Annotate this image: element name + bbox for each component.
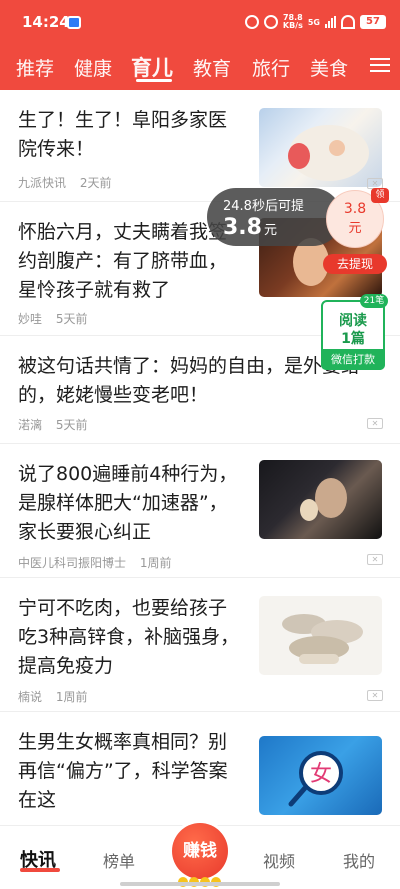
article-title: 怀胎六月，丈夫瞒着我签 约剖腹产：有了脐带血， 星怜孩子就有救了 bbox=[18, 221, 228, 301]
article-item[interactable]: 生了！生了！阜阳多家医 院传来！ 九派快讯 2天前 ✕ bbox=[0, 90, 400, 202]
withdraw-widget[interactable]: 3.8 元 领 去提现 bbox=[323, 188, 389, 276]
tab-food[interactable]: 美食 bbox=[310, 54, 348, 81]
nav-mine[interactable]: 我的 bbox=[343, 848, 375, 872]
network-speed-unit: KB/s bbox=[282, 21, 303, 30]
alarm-icon bbox=[244, 15, 259, 29]
payout-count-badge: 21笔 bbox=[360, 294, 388, 308]
article-meta: 妙哇 5天前 bbox=[18, 310, 97, 327]
reward-amount: 3.8 元 bbox=[223, 215, 277, 240]
home-indicator[interactable] bbox=[120, 882, 280, 886]
article-time: 2天前 bbox=[79, 176, 112, 190]
status-bar: 14:24 78.8 KB/s 5G 57 bbox=[0, 0, 400, 44]
article-thumbnail: 女 bbox=[259, 736, 382, 815]
category-tabs: 推荐 健康 育儿 教育 旅行 美食 bbox=[0, 48, 400, 88]
reward-countdown-pill[interactable]: 24.8秒后可提 3.8 元 bbox=[207, 188, 342, 246]
wechat-payout-button[interactable]: 微信打款 bbox=[321, 349, 385, 370]
signal-icon bbox=[325, 16, 336, 28]
mute-icon bbox=[263, 15, 278, 29]
article-title: 生了！生了！阜阳多家医 院传来！ bbox=[18, 109, 228, 160]
wifi-icon bbox=[341, 15, 355, 29]
article-item[interactable]: 生男生女概率真相同？别 再信“偏方”了，科学答案 在这 女 bbox=[0, 712, 400, 825]
article-thumbnail bbox=[259, 460, 382, 539]
nav-earn-button[interactable]: 赚钱 bbox=[172, 823, 228, 879]
battery-indicator: 57 bbox=[360, 15, 386, 29]
article-time: 5天前 bbox=[55, 418, 88, 432]
article-source: 渃漓 bbox=[18, 418, 43, 432]
article-title: 被这句话共情了：妈妈的自由，是外婆给 的，姥姥慢些变老吧！ bbox=[18, 355, 361, 406]
menu-icon[interactable] bbox=[370, 54, 390, 74]
top-header: 14:24 78.8 KB/s 5G 57 推荐 健康 育儿 教育 旅行 美食 bbox=[0, 0, 400, 90]
article-meta: 楠说 1周前 bbox=[18, 688, 97, 705]
tab-education[interactable]: 教育 bbox=[193, 54, 231, 81]
article-time: 1周前 bbox=[139, 556, 172, 570]
article-item[interactable]: 说了800遍睡前4种行为， 是腺样体肥大“加速器”， 家长要狠心纠正 中医儿科司… bbox=[0, 444, 400, 578]
status-time: 14:24 bbox=[22, 13, 70, 31]
tab-recommend[interactable]: 推荐 bbox=[16, 54, 54, 81]
tab-health[interactable]: 健康 bbox=[74, 54, 112, 81]
notification-app-icon bbox=[67, 16, 81, 29]
active-nav-indicator bbox=[20, 868, 60, 872]
status-icons: 78.8 KB/s 5G 57 bbox=[244, 14, 386, 30]
magnifier-text: 女 bbox=[310, 762, 332, 787]
article-source: 妙哇 bbox=[18, 312, 43, 326]
article-title: 生男生女概率真相同？别 再信“偏方”了，科学答案 在这 bbox=[18, 731, 228, 811]
network-type: 5G bbox=[307, 17, 320, 27]
nav-video[interactable]: 视频 bbox=[263, 848, 295, 872]
article-source: 中医儿科司振阳博士 bbox=[18, 556, 127, 570]
active-tab-indicator bbox=[136, 79, 172, 82]
reading-task-widget[interactable]: 阅读 1篇 微信打款 bbox=[321, 300, 385, 370]
article-thumbnail bbox=[259, 596, 382, 675]
article-time: 1周前 bbox=[55, 690, 88, 704]
article-title: 说了800遍睡前4种行为， 是腺样体肥大“加速器”， 家长要狠心纠正 bbox=[18, 463, 238, 543]
withdraw-button[interactable]: 去提现 bbox=[323, 254, 387, 274]
dismiss-icon[interactable]: ✕ bbox=[367, 690, 383, 701]
reading-task-count: 1篇 bbox=[341, 331, 365, 347]
article-item[interactable]: 宁可不吃肉，也要给孩子 吃3种高锌食，补脑强身， 提高免疫力 楠说 1周前 ✕ bbox=[0, 578, 400, 712]
article-source: 九派快讯 bbox=[18, 176, 67, 190]
bottom-nav: 快讯 榜单 赚钱 视频 我的 bbox=[0, 823, 400, 889]
article-title: 宁可不吃肉，也要给孩子 吃3种高锌食，补脑强身， 提高免疫力 bbox=[18, 597, 240, 677]
article-meta: 中医儿科司振阳博士 1周前 bbox=[18, 554, 181, 571]
tab-travel[interactable]: 旅行 bbox=[252, 54, 290, 81]
network-speed: 78.8 KB/s bbox=[283, 14, 303, 30]
nav-ranking[interactable]: 榜单 bbox=[103, 848, 135, 872]
dismiss-icon[interactable]: ✕ bbox=[367, 418, 383, 429]
coins-icon bbox=[178, 872, 222, 887]
article-meta: 渃漓 5天前 bbox=[18, 416, 97, 433]
article-source: 楠说 bbox=[18, 690, 43, 704]
countdown-text: 24.8秒后可提 bbox=[223, 199, 304, 214]
article-thumbnail bbox=[259, 108, 382, 187]
claim-badge: 领 bbox=[371, 188, 389, 203]
tab-parenting[interactable]: 育儿 bbox=[131, 52, 173, 82]
article-time: 5天前 bbox=[55, 312, 88, 326]
dismiss-icon[interactable]: ✕ bbox=[367, 554, 383, 565]
article-meta: 九派快讯 2天前 bbox=[18, 174, 121, 191]
reading-task-label: 阅读 bbox=[339, 313, 367, 329]
